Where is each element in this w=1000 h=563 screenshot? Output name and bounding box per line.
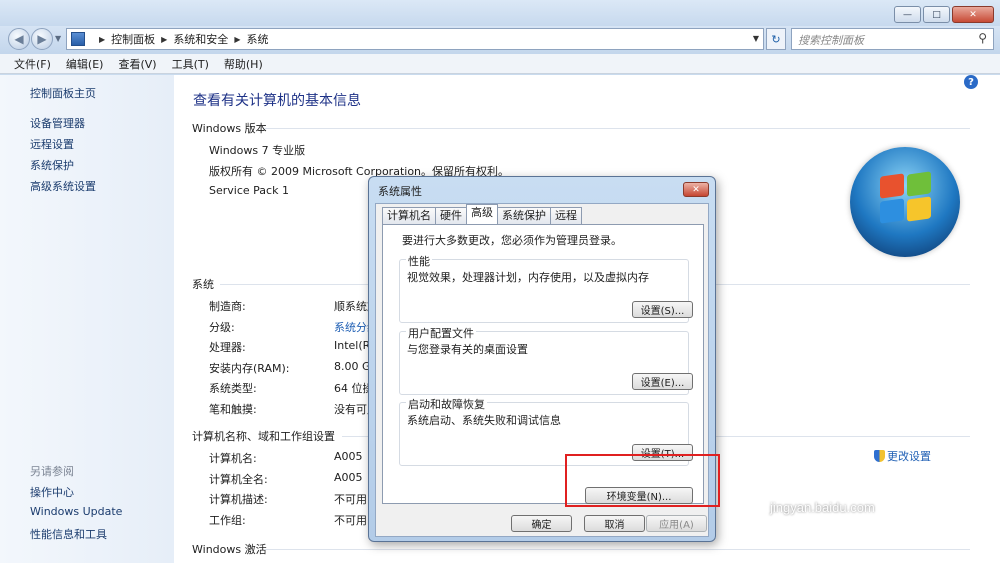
rating-label: 分级:	[209, 321, 235, 334]
change-settings-label: 更改设置	[887, 450, 931, 463]
computer-name-value: A005	[334, 450, 363, 463]
computer-description-value: 不可用	[334, 493, 367, 506]
performance-desc: 视觉效果，处理器计划，内存使用，以及虚拟内存	[407, 271, 649, 284]
forward-arrow-icon: ▶	[37, 32, 47, 46]
full-computer-name-value: A005	[334, 471, 363, 484]
menu-file[interactable]: 文件(F)	[14, 56, 51, 72]
processor-label: 处理器:	[209, 341, 246, 354]
maximize-button[interactable]: □	[923, 6, 950, 23]
workgroup-label: 工作组:	[209, 514, 246, 527]
startup-recovery-desc: 系统启动、系统失败和调试信息	[407, 414, 561, 427]
dialog-tabs: 计算机名 硬件 高级 系统保护 远程	[382, 204, 582, 224]
forward-button[interactable]: ▶	[31, 28, 53, 50]
menu-bar: 文件(F) 编辑(E) 查看(V) 工具(T) 帮助(H)	[0, 54, 1000, 74]
performance-settings-button[interactable]: 设置(S)...	[632, 301, 693, 318]
uac-shield-icon	[874, 450, 885, 462]
user-profiles-settings-button[interactable]: 设置(E)...	[632, 373, 693, 390]
service-pack-text: Service Pack 1	[209, 184, 289, 197]
user-profiles-group: 用户配置文件 与您登录有关的桌面设置 设置(E)...	[399, 325, 693, 395]
window-titlebar: — □ ✕	[0, 0, 1000, 26]
computer-name-label: 计算机名:	[209, 452, 257, 465]
help-icon[interactable]: ?	[964, 75, 978, 89]
user-profiles-desc: 与您登录有关的桌面设置	[407, 343, 528, 356]
admin-note: 要进行大多数更改，您必须作为管理员登录。	[402, 234, 622, 247]
address-bar[interactable]: ▶ 控制面板 ▶ 系统和安全 ▶ 系统 ▼	[66, 28, 764, 50]
tab-computer-name[interactable]: 计算机名	[382, 207, 436, 224]
tab-remote[interactable]: 远程	[550, 207, 582, 224]
tab-system-protection[interactable]: 系统保护	[497, 207, 551, 224]
refresh-icon: ↻	[771, 32, 781, 46]
page-title: 查看有关计算机的基本信息	[193, 93, 361, 109]
remote-settings-link[interactable]: 远程设置	[30, 136, 74, 152]
baidu-watermark-url: jingyan.baidu.com	[770, 500, 875, 515]
section-divider	[264, 549, 970, 550]
windows-update-link[interactable]: Windows Update	[30, 505, 122, 518]
dialog-title: 系统属性	[378, 185, 422, 198]
computer-description-label: 计算机描述:	[209, 493, 268, 506]
performance-tools-link[interactable]: 性能信息和工具	[30, 526, 107, 542]
minimize-button[interactable]: —	[894, 6, 921, 23]
menu-view[interactable]: 查看(V)	[118, 56, 156, 72]
search-icon[interactable]: ⚲	[978, 31, 987, 45]
refresh-button[interactable]: ↻	[766, 28, 786, 50]
recent-pages-dropdown-icon[interactable]: ▼	[55, 34, 61, 43]
menu-edit[interactable]: 编辑(E)	[66, 56, 104, 72]
chevron-right-icon[interactable]: ▶	[161, 35, 167, 44]
user-profiles-title: 用户配置文件	[406, 325, 476, 341]
logo-flag-green	[907, 171, 931, 197]
startup-recovery-title: 启动和故障恢复	[406, 396, 487, 412]
logo-flag-blue	[880, 198, 904, 224]
breadcrumb-system[interactable]: 系统	[246, 31, 268, 47]
section-divider	[264, 128, 970, 129]
see-also-heading: 另请参阅	[30, 465, 74, 478]
edition-text: Windows 7 专业版	[209, 144, 306, 157]
advanced-system-settings-link[interactable]: 高级系统设置	[30, 178, 96, 194]
left-task-pane: 控制面板主页 设备管理器 远程设置 系统保护 高级系统设置 另请参阅 操作中心 …	[0, 75, 174, 563]
logo-flag-red	[880, 173, 904, 199]
dialog-close-button[interactable]: ✕	[683, 182, 709, 197]
pen-touch-label: 笔和触摸:	[209, 403, 257, 416]
menu-tools[interactable]: 工具(T)	[172, 56, 209, 72]
performance-title: 性能	[406, 253, 432, 269]
cancel-button[interactable]: 取消	[584, 515, 645, 532]
navigation-bar: ◀ ▶ ▼ ▶ 控制面板 ▶ 系统和安全 ▶ 系统 ▼ ↻ 搜索控制面板 ⚲	[0, 26, 1000, 54]
tab-hardware[interactable]: 硬件	[435, 207, 467, 224]
close-button[interactable]: ✕	[952, 6, 994, 23]
ok-button[interactable]: 确定	[511, 515, 572, 532]
system-protection-link[interactable]: 系统保护	[30, 157, 74, 173]
system-type-label: 系统类型:	[209, 382, 257, 395]
tab-advanced[interactable]: 高级	[466, 204, 498, 224]
windows-logo	[850, 147, 960, 257]
windows-edition-heading: Windows 版本	[192, 122, 267, 135]
search-placeholder: 搜索控制面板	[798, 34, 864, 47]
breadcrumb-control-panel[interactable]: 控制面板	[111, 31, 155, 47]
change-settings-link[interactable]: 更改设置	[874, 448, 931, 464]
chevron-right-icon[interactable]: ▶	[99, 35, 105, 44]
manufacturer-label: 制造商:	[209, 300, 246, 313]
ram-label: 安装内存(RAM):	[209, 362, 290, 375]
apply-button[interactable]: 应用(A)	[646, 515, 707, 532]
performance-group: 性能 视觉效果，处理器计划，内存使用，以及虚拟内存 设置(S)...	[399, 253, 693, 323]
system-heading: 系统	[192, 278, 214, 291]
address-dropdown-icon[interactable]: ▼	[753, 34, 759, 43]
caption-buttons: — □ ✕	[894, 6, 994, 23]
breadcrumb-system-security[interactable]: 系统和安全	[173, 31, 228, 47]
menu-help[interactable]: 帮助(H)	[224, 56, 263, 72]
highlight-box	[565, 454, 720, 507]
logo-flag-yellow	[907, 196, 931, 222]
chevron-right-icon[interactable]: ▶	[234, 35, 240, 44]
back-button[interactable]: ◀	[8, 28, 30, 50]
action-center-link[interactable]: 操作中心	[30, 484, 74, 500]
control-panel-icon	[71, 32, 85, 46]
close-icon: ✕	[692, 184, 700, 195]
control-panel-home-link[interactable]: 控制面板主页	[30, 85, 96, 101]
search-input[interactable]: 搜索控制面板 ⚲	[791, 28, 994, 50]
activation-heading: Windows 激活	[192, 543, 267, 556]
back-arrow-icon: ◀	[14, 32, 24, 46]
full-computer-name-label: 计算机全名:	[209, 473, 268, 486]
device-manager-link[interactable]: 设备管理器	[30, 115, 85, 131]
workgroup-value: 不可用	[334, 514, 367, 527]
computer-name-heading: 计算机名称、域和工作组设置	[192, 430, 335, 443]
